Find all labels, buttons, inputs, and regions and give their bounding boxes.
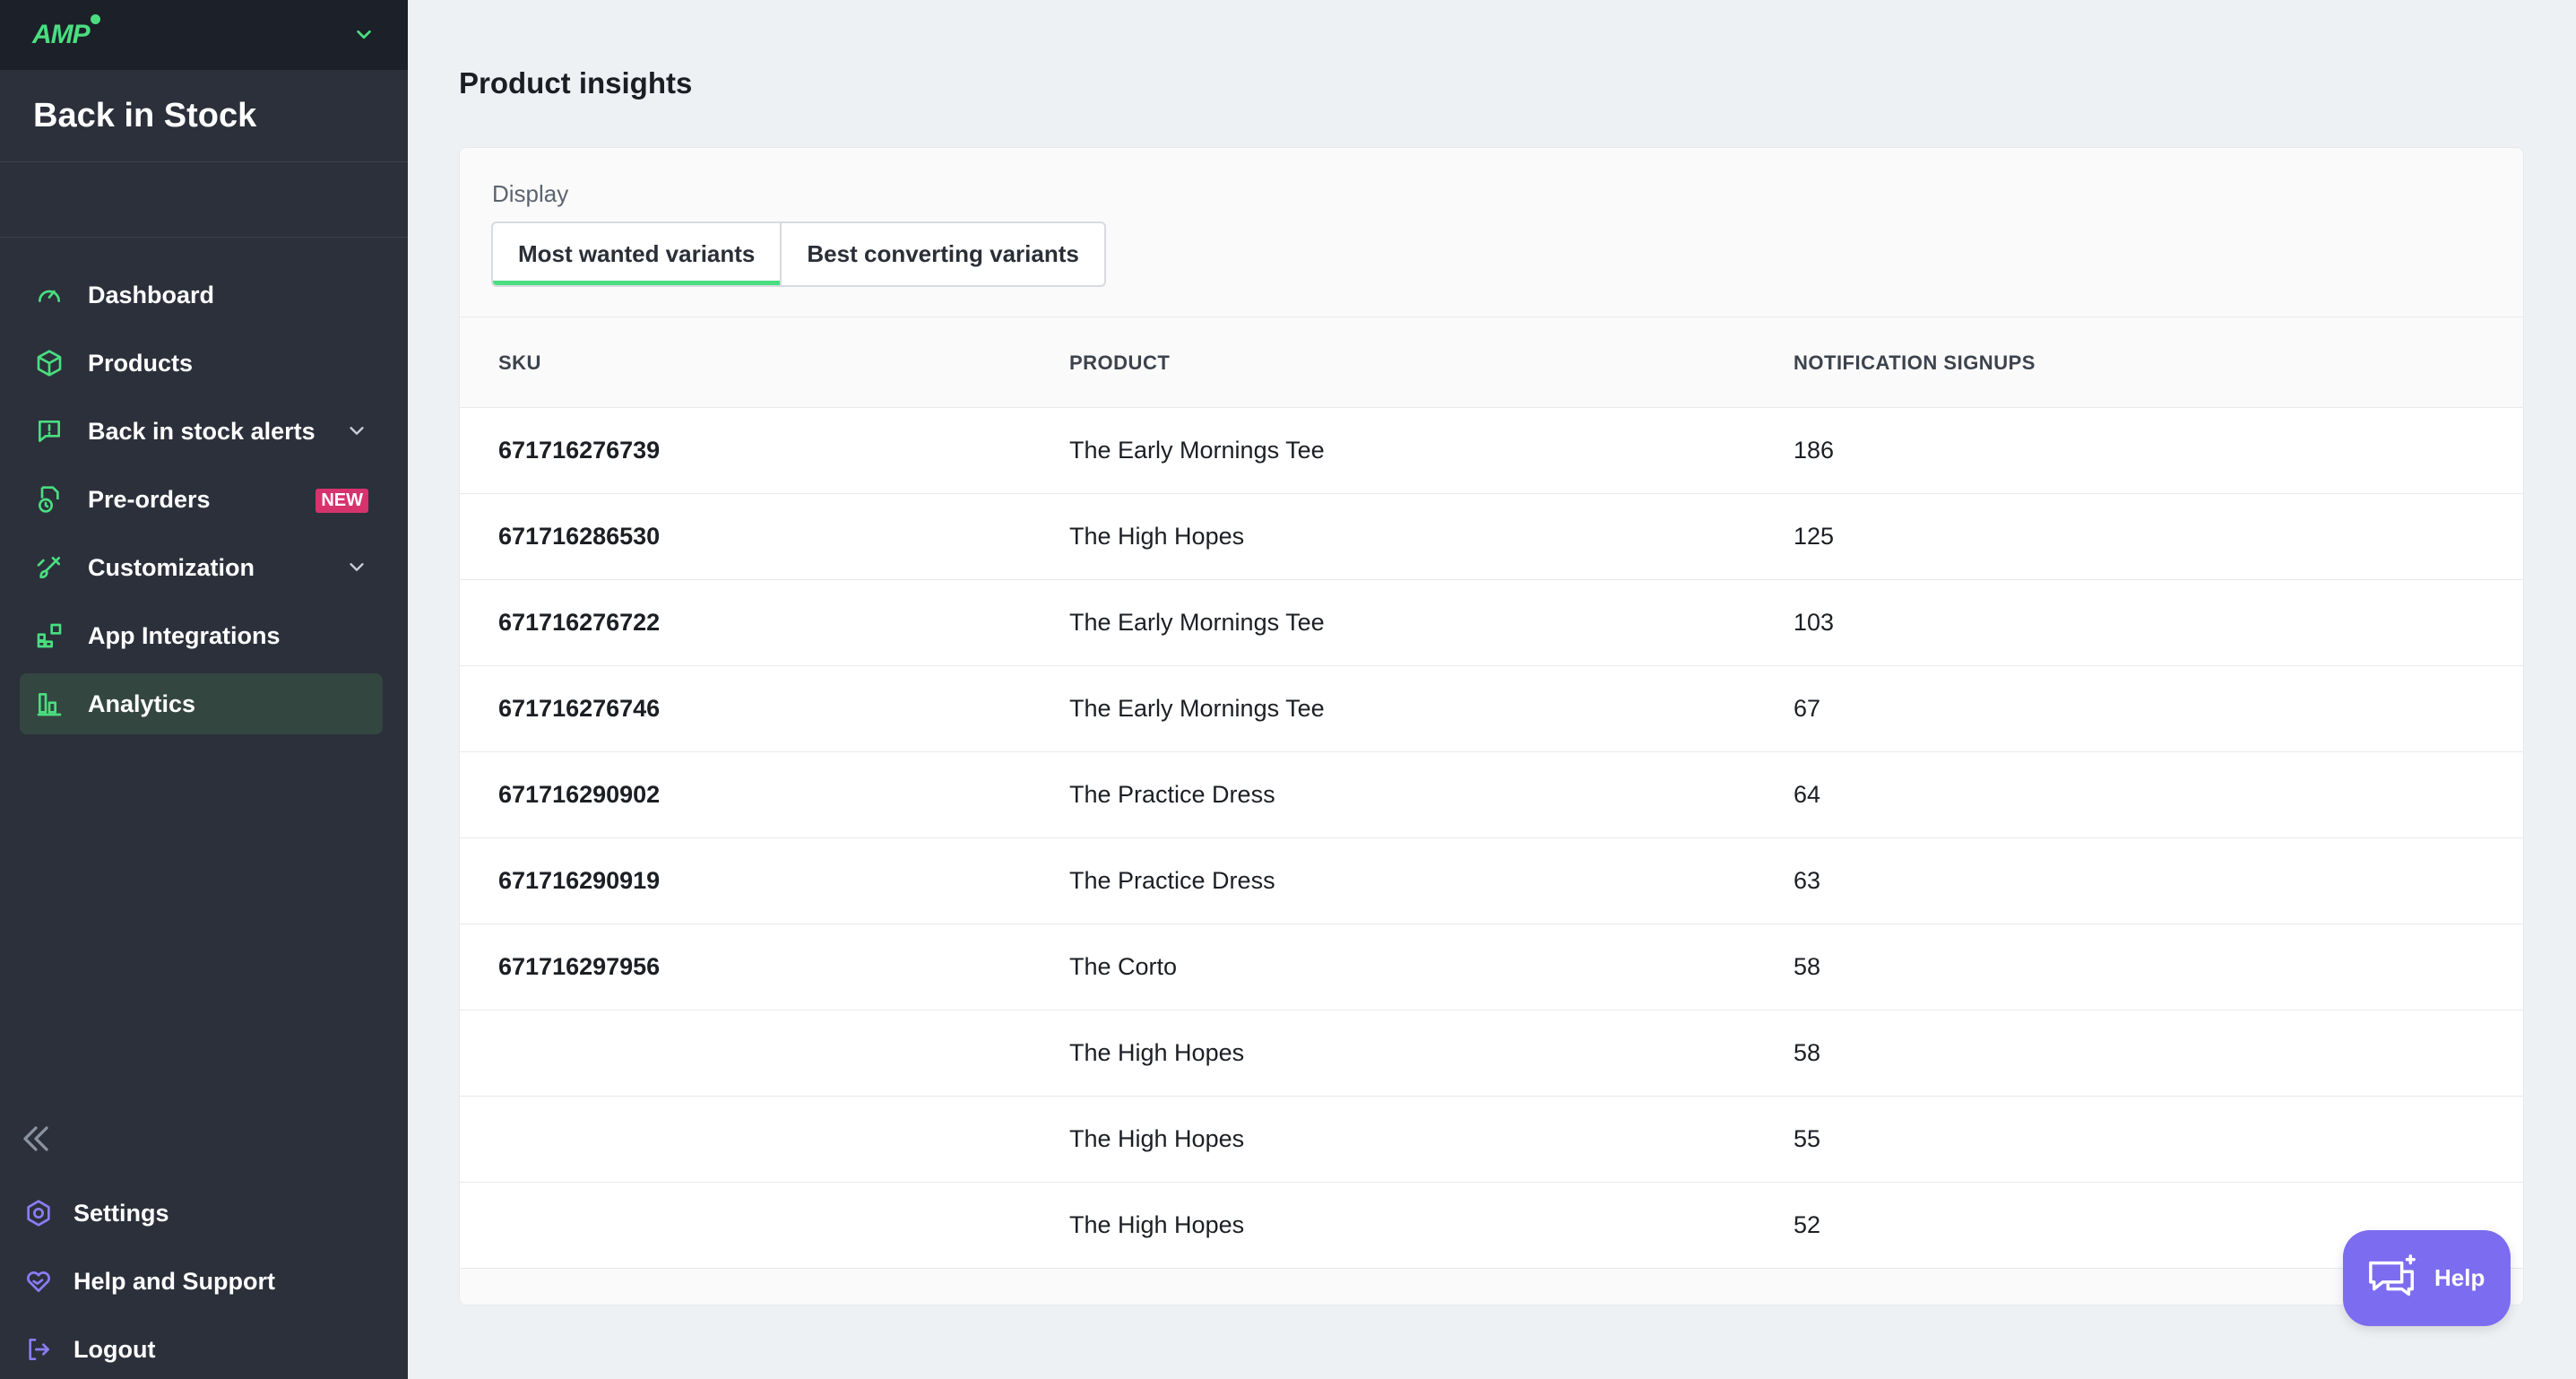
product-cell: The Corto xyxy=(1069,953,1178,980)
product-cell: The High Hopes xyxy=(1069,1125,1245,1152)
new-badge: NEW xyxy=(316,489,368,513)
sidebar-item-label: Help and Support xyxy=(73,1267,275,1295)
signups-cell: 125 xyxy=(1794,523,1835,550)
sidebar-item-label: Back in stock alerts xyxy=(88,417,316,445)
table-row[interactable]: 671716297956 The Corto 58 xyxy=(460,924,2523,1010)
gear-icon xyxy=(23,1198,54,1228)
table-row[interactable]: The High Hopes 52 xyxy=(460,1183,2523,1269)
page-title: Product insights xyxy=(459,66,693,100)
logo-text: AMP xyxy=(32,20,91,49)
integrations-icon xyxy=(34,620,65,651)
brush-icon xyxy=(34,552,65,583)
product-cell: The High Hopes xyxy=(1069,1039,1245,1066)
chat-sparkle-icon xyxy=(2369,1253,2416,1296)
column-header-notification-signups[interactable]: NOTIFICATION SIGNUPS xyxy=(1794,351,2036,375)
sidebar-item-pre-orders[interactable]: Pre-orders NEW xyxy=(20,469,383,530)
product-cell: The Early Mornings Tee xyxy=(1069,609,1325,636)
sku-cell: 671716276722 xyxy=(498,609,661,636)
sidebar-item-dashboard[interactable]: Dashboard xyxy=(20,265,383,325)
sku-cell: 671716290902 xyxy=(498,781,661,808)
signups-cell: 63 xyxy=(1794,867,1821,894)
sidebar-item-settings[interactable]: Settings xyxy=(0,1179,408,1247)
sidebar-item-label: Customization xyxy=(88,553,255,581)
column-header-sku[interactable]: SKU xyxy=(498,351,541,375)
tab-most-wanted-variants[interactable]: Most wanted variants xyxy=(493,223,781,285)
product-cell: The High Hopes xyxy=(1069,523,1245,550)
table-row[interactable]: 671716290902 The Practice Dress 64 xyxy=(460,752,2523,838)
box-icon xyxy=(34,348,65,378)
sku-cell: 671716286530 xyxy=(498,523,661,550)
product-cell: The Practice Dress xyxy=(1069,867,1275,894)
tab-best-converting-variants[interactable]: Best converting variants xyxy=(780,223,1103,285)
product-cell: The High Hopes xyxy=(1069,1211,1245,1238)
product-cell: The Practice Dress xyxy=(1069,781,1275,808)
main-content: Product insights Display Most wanted var… xyxy=(408,0,2576,1379)
sidebar-spacer xyxy=(0,162,408,238)
signups-cell: 64 xyxy=(1794,781,1821,808)
sku-cell: 671716290919 xyxy=(498,867,661,894)
brand-bar: AMP xyxy=(0,0,408,70)
sidebar-item-label: Dashboard xyxy=(88,281,215,308)
app-title: Back in Stock xyxy=(0,70,408,162)
signups-cell: 58 xyxy=(1794,953,1821,980)
logo-dot xyxy=(88,13,102,26)
sidebar-item-analytics[interactable]: Analytics xyxy=(20,673,383,734)
sku-cell: 671716297956 xyxy=(498,953,661,980)
column-header-product[interactable]: PRODUCT xyxy=(1069,351,1170,375)
sidebar-item-label: Products xyxy=(88,349,194,377)
alert-message-icon xyxy=(34,416,65,447)
sidebar-nav: Dashboard Products Back in stock alerts … xyxy=(0,238,408,734)
bar-chart-icon xyxy=(34,689,65,719)
sku-cell: 671716276746 xyxy=(498,695,661,722)
preorder-icon xyxy=(34,484,65,515)
display-toggle: Most wanted variants Best converting var… xyxy=(491,221,1106,287)
app-logo[interactable]: AMP xyxy=(32,13,102,50)
table-row[interactable]: 671716276722 The Early Mornings Tee 103 xyxy=(460,580,2523,666)
signups-cell: 52 xyxy=(1794,1211,1821,1238)
table-row[interactable]: 671716286530 The High Hopes 125 xyxy=(460,494,2523,580)
sidebar-item-label: Pre-orders xyxy=(88,485,211,513)
sidebar-item-customization[interactable]: Customization xyxy=(20,537,383,598)
sidebar: AMP Back in Stock Dashboard Products Bac… xyxy=(0,0,408,1379)
chevron-down-icon[interactable] xyxy=(347,421,367,440)
sku-cell: 671716276739 xyxy=(498,437,661,464)
display-label: Display xyxy=(492,180,569,207)
sidebar-bottom-nav: Settings Help and Support Logout xyxy=(0,1179,408,1379)
signups-cell: 55 xyxy=(1794,1125,1821,1152)
sidebar-item-help-and-support[interactable]: Help and Support xyxy=(0,1247,408,1315)
chevron-down-icon[interactable] xyxy=(347,557,367,577)
sidebar-item-logout[interactable]: Logout xyxy=(0,1315,408,1379)
table-row[interactable]: 671716276739 The Early Mornings Tee 186 xyxy=(460,408,2523,494)
table-row[interactable]: 671716276746 The Early Mornings Tee 67 xyxy=(460,666,2523,752)
signups-cell: 58 xyxy=(1794,1039,1821,1066)
sidebar-item-back-in-stock-alerts[interactable]: Back in stock alerts xyxy=(20,401,383,462)
product-cell: The Early Mornings Tee xyxy=(1069,695,1325,722)
sidebar-item-products[interactable]: Products xyxy=(20,333,383,394)
logout-icon xyxy=(23,1334,54,1365)
sidebar-item-label: Logout xyxy=(73,1335,156,1363)
sidebar-item-label: Settings xyxy=(73,1199,169,1227)
signups-cell: 67 xyxy=(1794,695,1821,722)
collapse-sidebar-icon[interactable] xyxy=(20,1123,52,1155)
heart-hand-icon xyxy=(23,1266,54,1297)
insights-card: Display Most wanted variants Best conver… xyxy=(459,147,2524,1305)
table-header: SKU PRODUCT NOTIFICATION SIGNUPS xyxy=(460,318,2523,408)
table-row[interactable]: The High Hopes 58 xyxy=(460,1010,2523,1097)
help-button-label: Help xyxy=(2434,1264,2485,1291)
table-row[interactable]: 671716290919 The Practice Dress 63 xyxy=(460,838,2523,924)
signups-cell: 103 xyxy=(1794,609,1835,636)
table-row[interactable]: The High Hopes 55 xyxy=(460,1097,2523,1183)
help-chat-button[interactable]: Help xyxy=(2343,1230,2511,1326)
sidebar-item-label: Analytics xyxy=(88,690,196,717)
sidebar-item-label: App Integrations xyxy=(88,621,281,649)
product-cell: The Early Mornings Tee xyxy=(1069,437,1325,464)
chevron-down-icon[interactable] xyxy=(354,25,374,45)
table-body: 671716276739 The Early Mornings Tee 186 … xyxy=(460,408,2523,1269)
signups-cell: 186 xyxy=(1794,437,1835,464)
gauge-icon xyxy=(34,280,65,310)
sidebar-item-app-integrations[interactable]: App Integrations xyxy=(20,605,383,666)
